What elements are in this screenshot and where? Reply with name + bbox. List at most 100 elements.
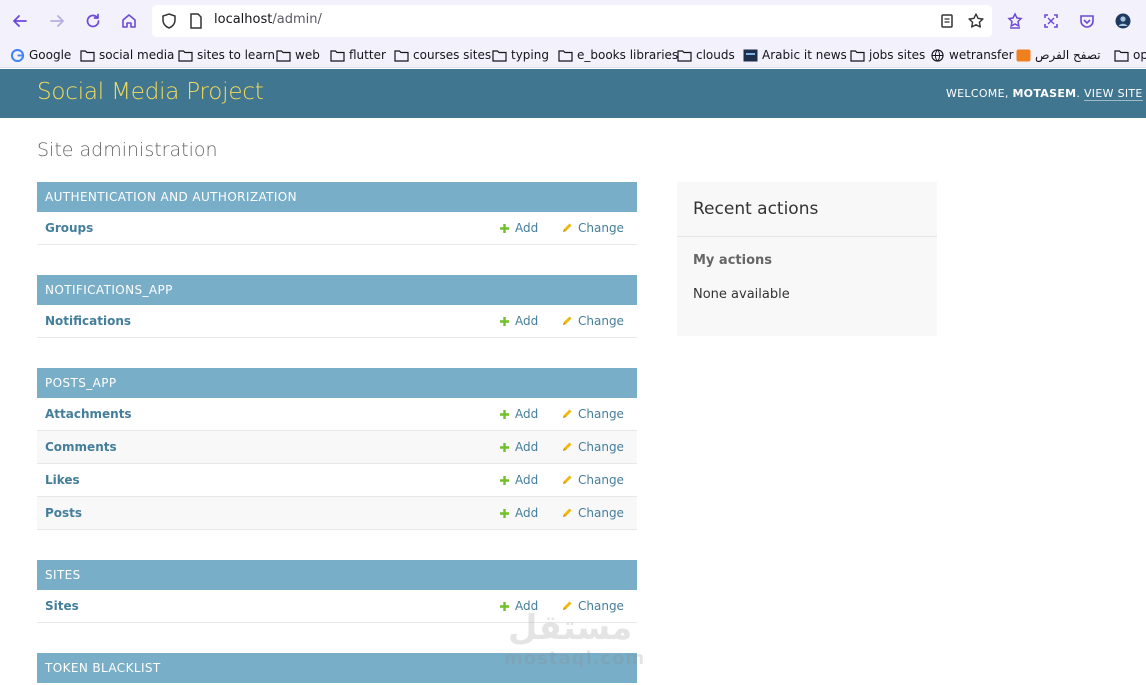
screenshot-icon[interactable] — [1040, 10, 1062, 32]
pencil-icon — [563, 409, 572, 418]
module-caption[interactable]: NOTIFICATIONS_APP — [37, 275, 637, 305]
add-link[interactable]: Add — [499, 314, 538, 328]
url-text[interactable]: localhost/admin/ — [214, 12, 322, 27]
bookmark-jobs-sites[interactable]: jobs sites — [850, 46, 925, 64]
folder-icon — [178, 49, 193, 62]
folder-icon — [850, 49, 865, 62]
plus-icon — [500, 316, 509, 326]
module-notifications-app: NOTIFICATIONS_APP Notifications Add Chan… — [37, 275, 637, 338]
model-row-groups: Groups Add Change — [37, 212, 637, 245]
module-caption[interactable]: SITES — [37, 560, 637, 590]
change-link[interactable]: Change — [561, 407, 624, 421]
globe-icon — [931, 48, 944, 62]
folder-icon — [394, 49, 409, 62]
bookmark-clouds[interactable]: clouds — [677, 46, 735, 64]
page-icon[interactable] — [185, 10, 207, 32]
change-link[interactable]: Change — [561, 440, 624, 454]
model-link[interactable]: Groups — [45, 221, 93, 235]
forward-button[interactable] — [45, 9, 69, 33]
recent-actions: Recent actions My actions None available — [677, 182, 937, 336]
shield-icon[interactable] — [158, 10, 180, 32]
folder-icon — [276, 49, 291, 62]
module-caption[interactable]: POSTS_APP — [37, 368, 637, 398]
bookmark-label: social media — [99, 48, 175, 62]
change-label: Change — [578, 506, 624, 520]
model-row-attachments: Attachments Add Change — [37, 398, 637, 431]
site-name[interactable]: Social Media Project — [37, 79, 264, 105]
account-icon[interactable] — [1112, 10, 1134, 32]
module-caption[interactable]: AUTHENTICATION AND AUTHORIZATION — [37, 182, 637, 212]
add-link[interactable]: Add — [499, 440, 538, 454]
folder-icon — [492, 49, 507, 62]
welcome-text: WELCOME, — [946, 87, 1013, 100]
username: MOTASEM — [1012, 87, 1077, 100]
google-icon — [10, 48, 25, 62]
bookmark-op[interactable]: op — [1114, 46, 1146, 64]
bookmark-flutter[interactable]: flutter — [330, 46, 386, 64]
back-button[interactable] — [8, 9, 32, 33]
folder-icon — [677, 49, 692, 62]
pencil-icon — [563, 223, 572, 232]
bookmark-wetransfer[interactable]: wetransfer — [930, 46, 1014, 64]
divider — [677, 236, 937, 237]
pocket-icon[interactable] — [1076, 10, 1098, 32]
pencil-icon — [563, 475, 572, 484]
extension-icon[interactable] — [1004, 10, 1026, 32]
bookmark-google[interactable]: Google — [10, 46, 71, 64]
plus-icon — [500, 409, 509, 419]
change-link[interactable]: Change — [561, 221, 624, 235]
arrow-right-icon — [50, 15, 64, 27]
add-label: Add — [515, 506, 539, 520]
watermark: مستقل mostaql.com — [500, 608, 650, 669]
plus-icon — [500, 508, 509, 518]
page-title: Site administration — [37, 139, 218, 161]
arrow-left-icon — [13, 15, 27, 27]
bookmark-e-books-libraries[interactable]: e_books libraries — [558, 46, 678, 64]
model-link[interactable]: Notifications — [45, 314, 131, 328]
change-link[interactable]: Change — [561, 506, 624, 520]
reader-view-icon[interactable] — [936, 10, 958, 32]
plus-icon — [500, 442, 509, 452]
bookmarks-bar: Google social media sites to learn web f… — [0, 42, 1146, 68]
bookmark-web[interactable]: web — [276, 46, 320, 64]
model-link[interactable]: Likes — [45, 473, 80, 487]
model-link[interactable]: Sites — [45, 599, 79, 613]
add-label: Add — [515, 407, 539, 421]
model-link[interactable]: Attachments — [45, 407, 132, 421]
change-link[interactable]: Change — [561, 314, 624, 328]
plus-icon — [500, 475, 509, 485]
bookmark-arabic-site[interactable]: تصفح الفرص — [1016, 46, 1101, 64]
change-label: Change — [578, 221, 624, 235]
bookmark-arabic-it-news[interactable]: Arabic it news — [743, 46, 847, 64]
add-label: Add — [515, 440, 539, 454]
url-host: localhost — [214, 12, 273, 27]
reload-button[interactable] — [81, 9, 105, 33]
view-site-link[interactable]: VIEW SITE — [1083, 87, 1143, 101]
bookmark-social-media[interactable]: social media — [80, 46, 174, 64]
bookmark-typing[interactable]: typing — [492, 46, 549, 64]
folder-icon — [330, 49, 345, 62]
add-link[interactable]: Add — [499, 473, 538, 487]
folder-icon — [80, 49, 95, 62]
bookmark-label: تصفح الفرص — [1035, 48, 1101, 62]
model-link[interactable]: Posts — [45, 506, 82, 520]
module-authentication: AUTHENTICATION AND AUTHORIZATION Groups … — [37, 182, 637, 245]
change-link[interactable]: Change — [561, 473, 624, 487]
model-row-likes: Likes Add Change — [37, 464, 637, 497]
bookmark-sites-to-learn[interactable]: sites to learn — [178, 46, 275, 64]
add-label: Add — [515, 314, 539, 328]
bookmark-courses-sites[interactable]: courses sites — [394, 46, 491, 64]
bookmark-label: courses sites — [413, 48, 492, 62]
add-link[interactable]: Add — [499, 506, 538, 520]
address-bar[interactable]: localhost/admin/ — [152, 5, 992, 37]
star-icon[interactable] — [965, 10, 987, 32]
model-row-notifications: Notifications Add Change — [37, 305, 637, 338]
home-button[interactable] — [117, 9, 141, 33]
add-link[interactable]: Add — [499, 407, 538, 421]
bookmark-label: web — [295, 48, 320, 62]
model-link[interactable]: Comments — [45, 440, 117, 454]
separator: . — [1076, 87, 1084, 100]
site-icon — [743, 49, 758, 61]
add-link[interactable]: Add — [499, 221, 538, 235]
bookmark-label: op — [1133, 48, 1146, 62]
